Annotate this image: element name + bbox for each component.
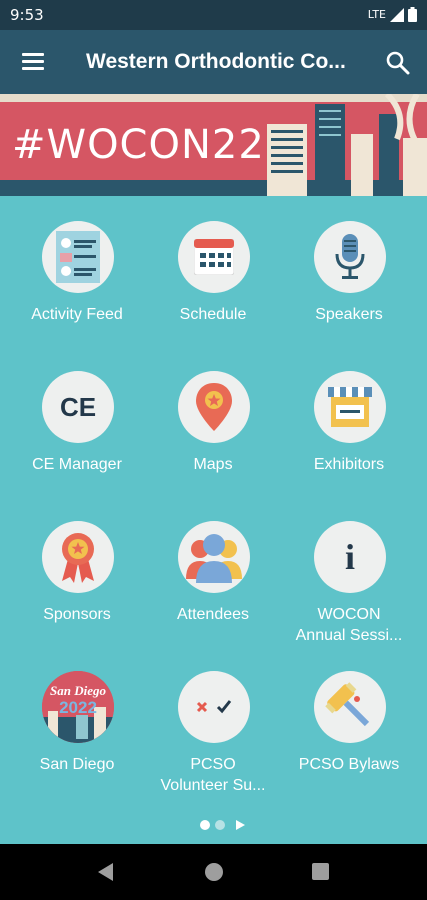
hamburger-icon-line <box>22 53 44 56</box>
page-dot-active[interactable] <box>200 820 210 830</box>
page-dot[interactable] <box>215 820 225 830</box>
info-icon-text: i <box>344 537 355 577</box>
network-label: LTE <box>367 8 386 21</box>
tile-ce-manager[interactable]: CE CE Manager <box>6 346 148 496</box>
calendar-icon <box>178 221 250 293</box>
status-bar: 9:53 LTE <box>0 0 427 30</box>
info-icon: i <box>314 521 386 593</box>
tile-exhibitors[interactable]: Exhibitors <box>278 346 420 496</box>
tile-san-diego[interactable]: San Diego 2022 San Diego <box>6 646 148 796</box>
app-title: Western Orthodontic Co... <box>86 50 346 73</box>
san-diego-icon-year: 2022 <box>59 698 97 717</box>
ribbon-icon <box>42 521 114 593</box>
gavel-icon <box>314 671 386 743</box>
tile-maps[interactable]: Maps <box>142 346 284 496</box>
skyline-illustration <box>267 94 427 196</box>
tile-pcso-volunteer-survey[interactable]: PCSO Volunteer Su... <box>142 646 284 796</box>
hamburger-icon-line <box>22 67 44 70</box>
recents-icon[interactable] <box>312 863 329 880</box>
signal-icon <box>390 7 404 22</box>
tile-schedule[interactable]: Schedule <box>142 196 284 346</box>
home-icon[interactable] <box>205 863 223 881</box>
tile-label: Schedule <box>179 306 247 323</box>
ce-icon-text: CE <box>59 391 97 422</box>
tile-attendees[interactable]: Attendees <box>142 496 284 646</box>
tile-wocon-annual-session[interactable]: i WOCON Annual Sessi... <box>278 496 420 646</box>
status-icons: LTE <box>368 7 417 22</box>
map-pin-icon <box>178 371 250 443</box>
hamburger-icon-line <box>22 60 44 63</box>
tile-activity-feed[interactable]: Activity Feed <box>6 196 148 346</box>
banner-hashtag: #WOCON22 <box>12 122 265 168</box>
tile-label: Speakers <box>315 306 383 323</box>
tile-label: Activity Feed <box>31 306 123 323</box>
tile-pcso-bylaws[interactable]: PCSO Bylaws <box>278 646 420 796</box>
feature-grid: Activity Feed Schedule Speakers CE CE Ma… <box>0 196 427 844</box>
tile-label: Maps <box>193 456 233 473</box>
back-icon[interactable] <box>98 863 113 881</box>
tile-label: Attendees <box>176 606 250 623</box>
system-nav-bar <box>0 844 427 900</box>
tile-label: Sponsors <box>43 606 111 623</box>
tile-speakers[interactable]: Speakers <box>278 196 420 346</box>
people-icon <box>178 521 250 593</box>
san-diego-icon-title: San Diego <box>50 683 106 698</box>
menu-button[interactable] <box>20 50 46 74</box>
tile-label: CE Manager <box>32 456 122 473</box>
microphone-icon <box>314 221 386 293</box>
san-diego-icon: San Diego 2022 <box>42 671 114 743</box>
tile-label: WOCON Annual Sessi... <box>295 606 403 644</box>
app-bar: Western Orthodontic Co... <box>0 30 427 94</box>
booth-icon <box>314 371 386 443</box>
tile-label: San Diego <box>39 756 115 773</box>
page-indicator <box>200 820 245 830</box>
tile-label: PCSO Volunteer Su... <box>160 756 266 794</box>
event-banner: #WOCON22 <box>0 94 427 196</box>
battery-icon <box>408 7 417 22</box>
checkbox-icon <box>178 671 250 743</box>
status-time: 9:53 <box>10 6 44 24</box>
tile-label: PCSO Bylaws <box>298 756 400 773</box>
next-page-icon[interactable] <box>236 820 245 830</box>
tile-label: Exhibitors <box>313 456 385 473</box>
ce-icon: CE <box>42 371 114 443</box>
activity-feed-icon <box>42 221 114 293</box>
search-icon[interactable] <box>385 50 411 76</box>
tile-sponsors[interactable]: Sponsors <box>6 496 148 646</box>
